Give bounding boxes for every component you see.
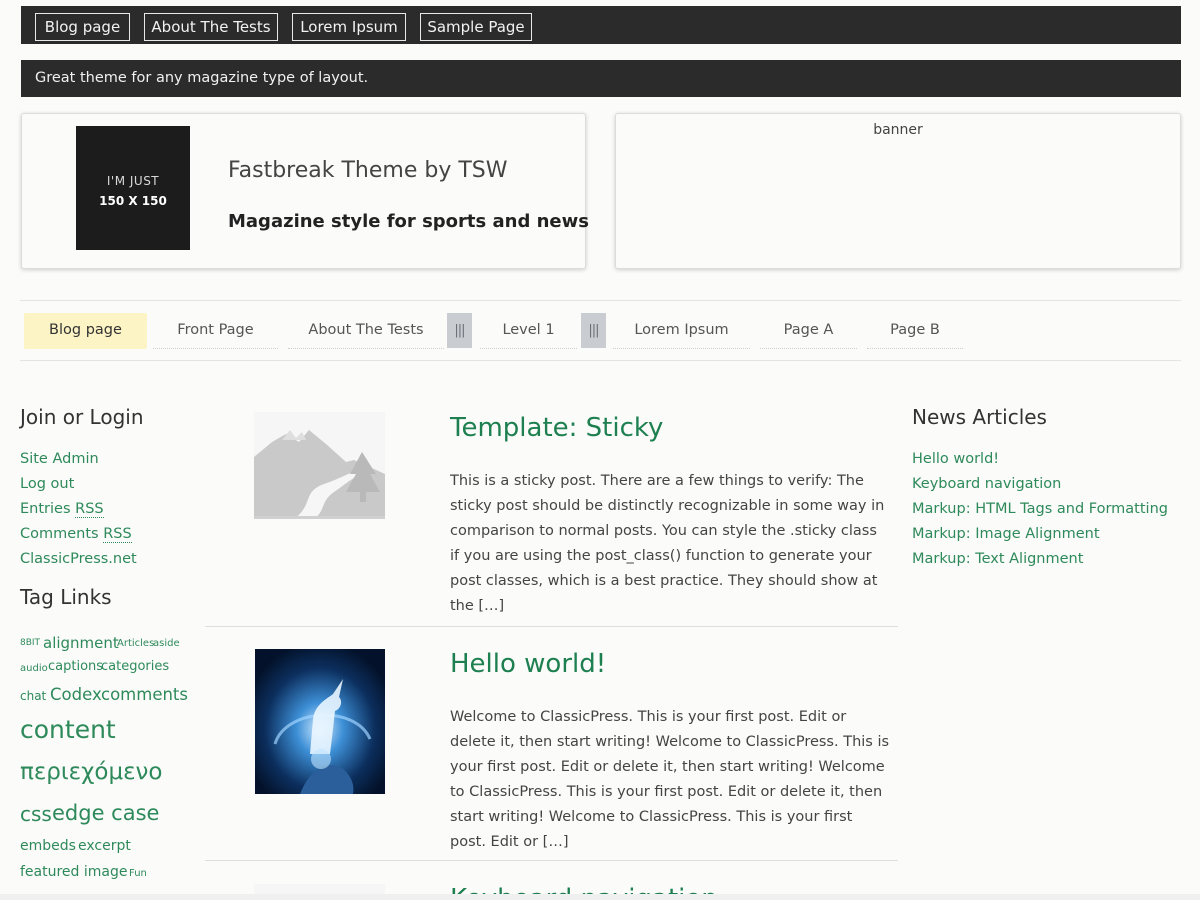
tag-link[interactable]: Codex — [50, 685, 102, 704]
entries-rss-link[interactable]: Entries RSS — [20, 501, 104, 518]
tag-link[interactable]: alignment — [43, 634, 119, 652]
rss-abbr: RSS — [103, 526, 132, 543]
nav-item-level-1[interactable]: Level 1 — [480, 313, 577, 349]
top-menu-blog-page[interactable]: Blog page — [35, 13, 130, 41]
tag-link[interactable]: περιεχόμενο — [20, 759, 162, 785]
tag-link[interactable]: excerpt — [78, 838, 131, 854]
nav-item-lorem-ipsum[interactable]: Lorem Ipsum — [613, 313, 750, 349]
nav-top-divider — [20, 300, 1181, 301]
post-title-link[interactable]: Template: Sticky — [450, 413, 663, 443]
comments-rss-link[interactable]: Comments RSS — [20, 526, 132, 543]
classicpress-link[interactable]: ClassicPress.net — [20, 551, 137, 567]
tag-link[interactable]: edge case — [52, 801, 159, 825]
tag-link[interactable]: categories — [101, 659, 169, 674]
tag-link[interactable]: aside — [153, 638, 180, 649]
tag-link[interactable]: embeds — [20, 838, 76, 854]
post-excerpt: Welcome to ClassicPress. This is your fi… — [450, 709, 890, 850]
tag-link[interactable]: Fun — [129, 868, 147, 879]
tag-link[interactable]: audio — [20, 663, 48, 674]
post-excerpt: This is a sticky post. There are a few t… — [450, 473, 885, 614]
tag-link[interactable]: css — [20, 802, 52, 826]
landscape-placeholder-icon — [254, 412, 385, 519]
tag-link[interactable]: chat — [20, 689, 46, 703]
tag-links-title: Tag Links — [20, 585, 112, 609]
rss-abbr: RSS — [75, 501, 104, 518]
news-article-link[interactable]: Hello world! — [912, 451, 999, 467]
unicorn-image — [255, 649, 385, 794]
top-menu-sample-page[interactable]: Sample Page — [420, 13, 532, 41]
site-admin-link[interactable]: Site Admin — [20, 451, 99, 467]
nav-item-blog-page[interactable]: Blog page — [24, 313, 147, 349]
tag-link[interactable]: Articles — [117, 638, 154, 649]
join-login-title: Join or Login — [20, 405, 144, 429]
post-divider — [205, 860, 898, 861]
nav-item-page-b[interactable]: Page B — [867, 313, 963, 349]
submenu-toggle-icon[interactable]: ||| — [447, 313, 472, 348]
top-menu-about-the-tests[interactable]: About The Tests — [144, 13, 278, 41]
logo-text-line1: I'M JUST — [106, 174, 160, 188]
site-tagline: Great theme for any magazine type of lay… — [21, 60, 1181, 97]
entries-label: Entries — [20, 501, 71, 517]
news-article-link[interactable]: Keyboard navigation — [912, 476, 1061, 492]
post-title-link[interactable]: Hello world! — [450, 649, 606, 679]
news-articles-title: News Articles — [912, 405, 1047, 429]
post-thumbnail-image[interactable] — [255, 649, 385, 794]
news-article-link[interactable]: Markup: Image Alignment — [912, 526, 1100, 542]
tag-link[interactable]: comments — [101, 685, 188, 704]
tag-link[interactable]: captions — [48, 659, 103, 674]
comments-label: Comments — [20, 526, 99, 542]
post-divider — [205, 626, 898, 627]
submenu-toggle-icon[interactable]: ||| — [581, 313, 606, 348]
news-article-link[interactable]: Markup: HTML Tags and Formatting — [912, 501, 1168, 517]
nav-item-front-page[interactable]: Front Page — [153, 313, 278, 349]
nav-item-page-a[interactable]: Page A — [760, 313, 857, 349]
banner-placeholder: banner — [873, 122, 923, 138]
tag-link[interactable]: content — [20, 715, 116, 744]
site-logo[interactable]: I'M JUST 150 X 150 — [76, 126, 190, 250]
post-thumbnail-placeholder[interactable] — [254, 412, 385, 519]
nav-bottom-divider — [20, 360, 1181, 361]
news-article-link[interactable]: Markup: Text Alignment — [912, 551, 1083, 567]
tag-link[interactable]: 8BIT — [20, 638, 40, 648]
top-menu-lorem-ipsum[interactable]: Lorem Ipsum — [292, 13, 406, 41]
top-menu-bar: Blog page About The Tests Lorem Ipsum Sa… — [21, 6, 1181, 44]
site-title[interactable]: Fastbreak Theme by TSW — [228, 158, 508, 183]
tag-link[interactable]: featured image — [20, 864, 128, 880]
window-bottom-edge — [0, 894, 1200, 900]
logo-text-line2: 150 X 150 — [99, 194, 167, 208]
site-description: Magazine style for sports and news — [228, 211, 589, 232]
nav-item-about-the-tests[interactable]: About The Tests — [288, 313, 444, 349]
log-out-link[interactable]: Log out — [20, 476, 74, 492]
